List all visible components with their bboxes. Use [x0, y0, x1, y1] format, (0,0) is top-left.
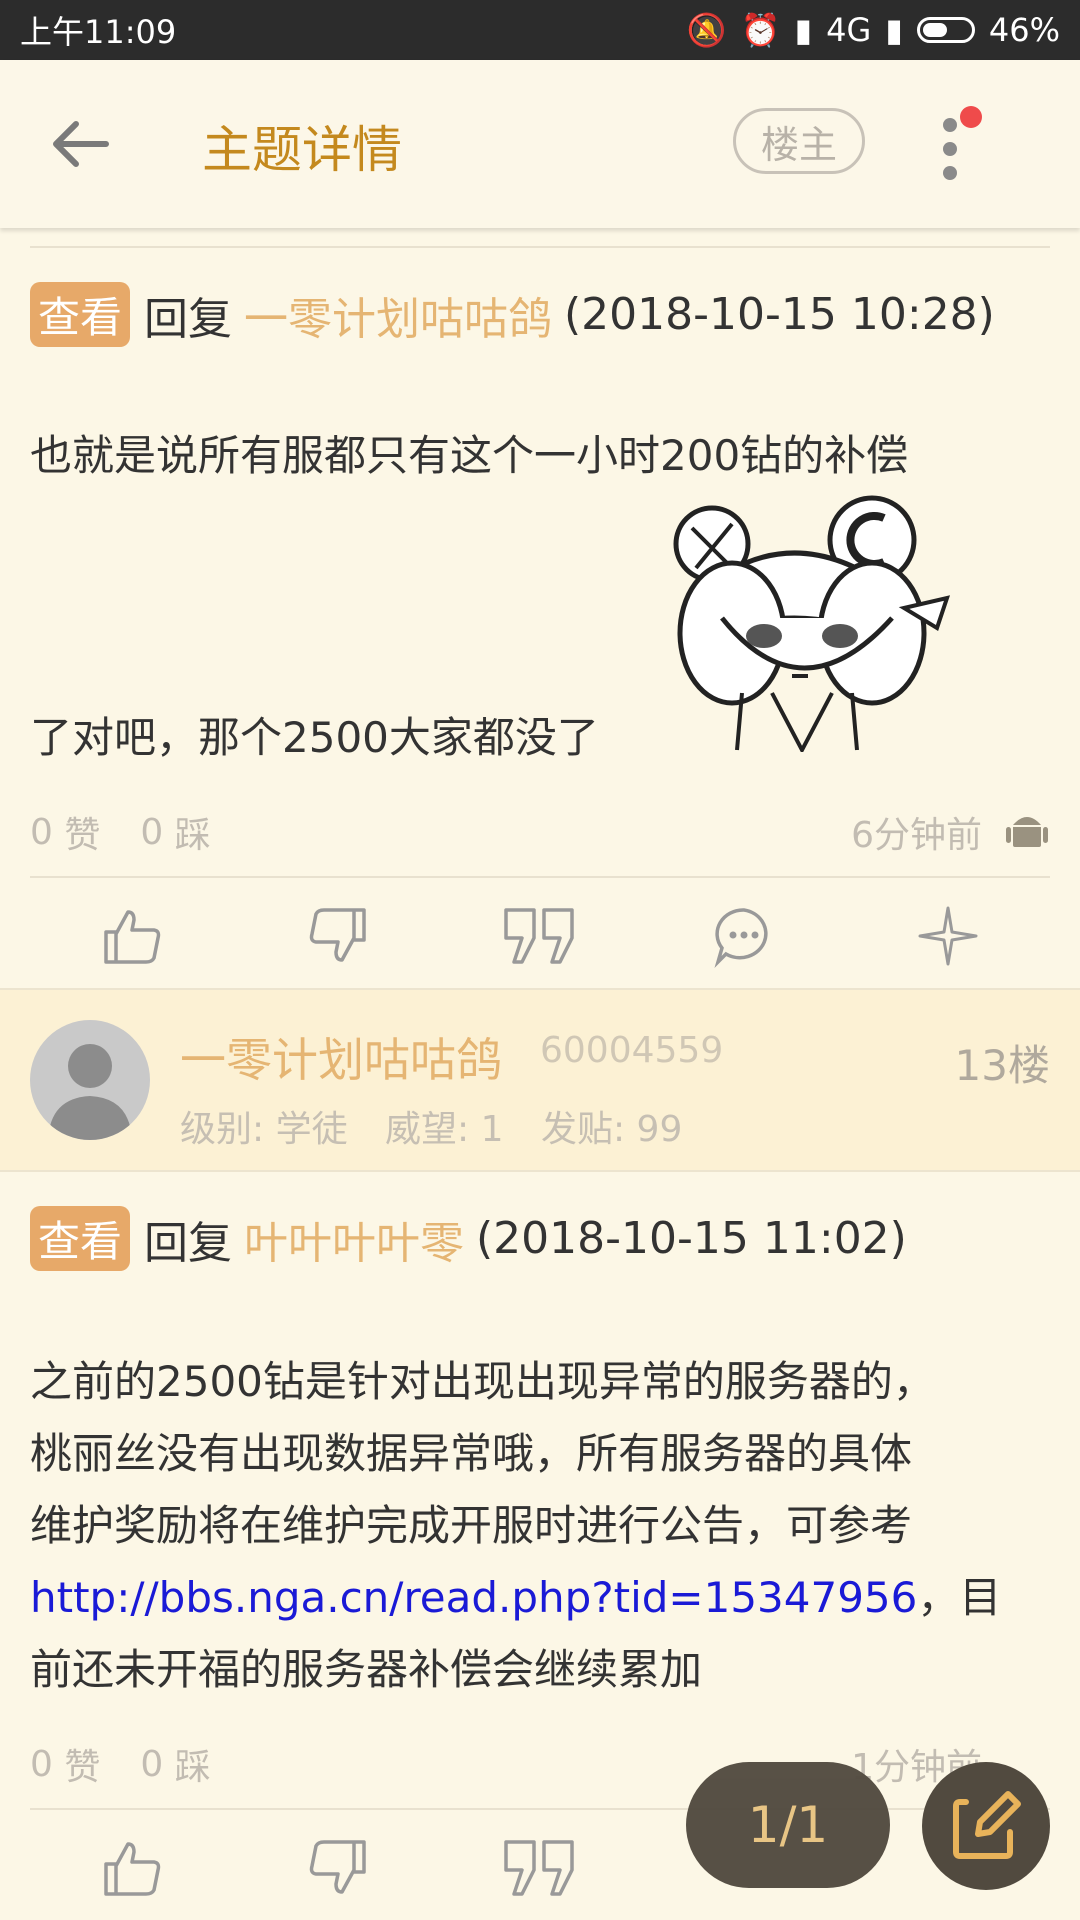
back-arrow-icon[interactable] [48, 112, 112, 176]
reply-time: (2018-10-15 10:28) [564, 289, 995, 340]
reply-prefix: 回复 [144, 1217, 233, 1269]
post-time-ago: 6分钟前 [851, 815, 982, 856]
post-actions [0, 1818, 1080, 1918]
like-label: 赞 [64, 1747, 101, 1788]
dislike-label: 踩 [174, 1747, 211, 1788]
post-actions [0, 886, 1080, 986]
like-count: 0 [30, 1743, 53, 1785]
post-text-line: 桃丽丝没有出现数据异常哦，所有服务器的具体 [30, 1429, 913, 1478]
post-text-line: 之前的2500钻是针对出现出现异常的服务器的， [30, 1357, 935, 1406]
post-text-line: 前还未开福的服务器补偿会继续累加 [30, 1645, 703, 1694]
avatar[interactable] [30, 1020, 150, 1140]
author-level: 级别: 学徒 [180, 1109, 348, 1150]
comment-icon[interactable] [712, 904, 776, 968]
reply-prefix: 回复 [144, 293, 233, 345]
anime-sticker-image [673, 495, 951, 752]
quote-icon[interactable] [502, 1836, 578, 1900]
divider [30, 246, 1050, 248]
dislike-count: 0 [140, 811, 164, 853]
signal-icon-2: ▮ [885, 11, 903, 49]
author-post-count: 发贴: 99 [540, 1109, 683, 1150]
post-text-line: 维护奖励将在维护完成开服时进行公告，可参考 [30, 1501, 913, 1550]
author-prestige: 威望: 1 [385, 1109, 504, 1150]
post-text-fragment: ，目 [917, 1573, 1002, 1622]
post-text-line: 了对吧，那个2500大家都没了 [30, 713, 599, 762]
view-chip[interactable]: 查看 [30, 1206, 131, 1271]
thumbs-down-icon[interactable] [306, 1836, 370, 1900]
reply-user-link[interactable]: 叶叶叶叶零 [244, 1207, 464, 1271]
android-icon [1006, 817, 1048, 847]
thumbs-up-icon[interactable] [100, 1836, 164, 1900]
dislike-label: 踩 [174, 815, 211, 856]
view-chip[interactable]: 查看 [30, 282, 131, 347]
network-type: 4G [826, 11, 872, 49]
dislike-count: 0 [140, 1743, 164, 1785]
mute-icon: 🔕 [686, 11, 727, 49]
thumbs-down-icon[interactable] [306, 904, 370, 968]
thumbs-up-icon[interactable] [100, 904, 164, 968]
post-body: 之前的2500钻是针对出现出现异常的服务器的， 桃丽丝没有出现数据异常哦，所有服… [30, 1346, 1001, 1706]
divider [30, 1808, 1050, 1810]
app-bar: 主题详情 楼主 [0, 60, 1080, 228]
post-author-bar: 一零计划咕咕鸽 60004559 13楼 级别: 学徒 威望: 1 发贴: 99 [0, 988, 1080, 1172]
author-stats: 级别: 学徒 威望: 1 发贴: 99 [180, 1100, 708, 1152]
default-avatar-icon [48, 1044, 132, 1140]
status-time: 上午11:09 [20, 13, 177, 51]
reply-line: 查看 回复 一零计划咕咕鸽 (2018-10-15 10:28) [30, 282, 995, 347]
post-text-line: 也就是说所有服都只有这个一小时200钻的补偿 [30, 431, 909, 480]
alarm-icon: ⏰ [740, 11, 781, 49]
status-bar: 上午11:09 🔕 ⏰ ▮ 4G ▮ 46% [0, 0, 1080, 60]
divider [30, 876, 1050, 878]
op-only-button[interactable]: 楼主 [733, 108, 865, 174]
more-menu-icon[interactable] [930, 106, 982, 182]
page-title: 主题详情 [202, 121, 402, 179]
post-meta: 0 赞 0 踩 6分钟前 [30, 806, 1050, 858]
floor-number: 13楼 [954, 1041, 1050, 1090]
post-link[interactable]: http://bbs.nga.cn/read.php?tid=15347956 [30, 1573, 917, 1622]
author-name[interactable]: 一零计划咕咕鸽 [180, 1024, 502, 1090]
quote-icon[interactable] [502, 904, 578, 968]
reply-line: 查看 回复 叶叶叶叶零 (2018-10-15 11:02) [30, 1206, 907, 1271]
author-id: 60004559 [540, 1030, 724, 1071]
notification-dot [960, 106, 982, 128]
reply-time: (2018-10-15 11:02) [476, 1213, 907, 1264]
post-meta: 0 赞 0 踩 1分钟前 [30, 1738, 1050, 1790]
battery-icon [916, 17, 975, 43]
like-count: 0 [30, 811, 53, 853]
battery-percent: 46% [988, 11, 1060, 49]
edit-icon [953, 1791, 1021, 1859]
plus-icon[interactable] [916, 904, 980, 968]
reply-user-link[interactable]: 一零计划咕咕鸽 [244, 283, 552, 347]
compose-reply-button[interactable] [922, 1762, 1050, 1890]
signal-icon: ▮ [794, 11, 813, 49]
like-label: 赞 [64, 815, 101, 856]
page-indicator-button[interactable]: 1/1 [686, 1762, 890, 1888]
